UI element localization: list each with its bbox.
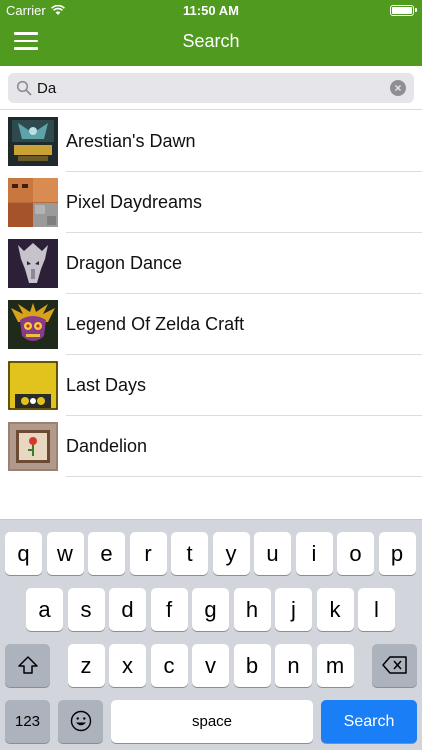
list-item[interactable]: Dragon Dance — [0, 233, 422, 294]
result-thumbnail — [8, 361, 58, 410]
key-l[interactable]: l — [358, 588, 395, 631]
result-thumbnail — [8, 178, 58, 227]
search-bar: × — [0, 66, 422, 110]
key-z[interactable]: z — [67, 644, 105, 687]
status-time: 11:50 AM — [183, 3, 239, 18]
key-f[interactable]: f — [150, 588, 188, 631]
shift-key[interactable] — [5, 644, 50, 687]
emoji-key[interactable] — [58, 700, 103, 743]
onscreen-keyboard: q w e r t y u i o p a s d f g h j k l z … — [0, 519, 422, 750]
result-thumbnail — [8, 422, 58, 471]
delete-key[interactable] — [372, 644, 417, 687]
key-y[interactable]: y — [212, 532, 250, 575]
key-w[interactable]: w — [46, 532, 84, 575]
clear-search-icon[interactable]: × — [390, 80, 406, 96]
result-title: Arestian's Dawn — [66, 131, 196, 151]
battery-icon — [390, 5, 417, 16]
search-field[interactable]: × — [8, 73, 414, 103]
result-title: Pixel Daydreams — [66, 192, 203, 212]
result-title: Last Days — [66, 375, 147, 395]
key-b[interactable]: b — [233, 644, 271, 687]
result-title: Dragon Dance — [66, 253, 183, 273]
key-d[interactable]: d — [109, 588, 146, 631]
result-title: Legend Of Zelda Craft — [66, 314, 245, 334]
space-key[interactable]: space — [111, 700, 313, 743]
result-title: Dandelion — [66, 436, 148, 456]
search-key[interactable]: Search — [321, 700, 417, 743]
list-item[interactable]: Last Days — [0, 355, 422, 416]
list-item[interactable]: Dandelion — [0, 416, 422, 477]
key-o[interactable]: o — [337, 532, 374, 575]
key-n[interactable]: n — [275, 644, 312, 687]
key-h[interactable]: h — [233, 588, 271, 631]
results-list: Arestian's Dawn Pixel Daydreams Dragon D… — [0, 111, 422, 477]
list-item[interactable]: Legend Of Zelda Craft — [0, 294, 422, 355]
key-s[interactable]: s — [67, 588, 105, 631]
key-v[interactable]: v — [192, 644, 229, 687]
shift-icon — [17, 656, 38, 674]
key-j[interactable]: j — [275, 588, 312, 631]
key-e[interactable]: e — [88, 532, 125, 575]
key-m[interactable]: m — [316, 644, 354, 687]
numbers-key[interactable]: 123 — [5, 700, 50, 743]
key-u[interactable]: u — [254, 532, 291, 575]
backspace-icon — [381, 656, 407, 674]
key-c[interactable]: c — [150, 644, 188, 687]
list-item[interactable]: Pixel Daydreams — [0, 172, 422, 233]
page-title: Search — [182, 31, 240, 51]
key-g[interactable]: g — [192, 588, 229, 631]
key-p[interactable]: p — [378, 532, 416, 575]
key-a[interactable]: a — [26, 588, 63, 631]
row-divider — [66, 476, 422, 477]
search-icon — [16, 80, 32, 96]
search-input[interactable] — [37, 73, 377, 103]
key-x[interactable]: x — [109, 644, 146, 687]
navigation-bar: Search — [0, 22, 422, 66]
key-r[interactable]: r — [129, 532, 167, 575]
list-item[interactable]: Arestian's Dawn — [0, 111, 422, 172]
result-thumbnail — [8, 300, 58, 349]
key-q[interactable]: q — [5, 532, 42, 575]
result-thumbnail — [8, 239, 58, 288]
key-t[interactable]: t — [171, 532, 208, 575]
key-i[interactable]: i — [295, 532, 333, 575]
emoji-icon — [70, 710, 91, 732]
status-bar: Carrier 11:50 AM — [0, 0, 422, 22]
top-bar: Carrier 11:50 AM Search — [0, 0, 422, 66]
result-thumbnail — [8, 117, 58, 166]
key-k[interactable]: k — [316, 588, 354, 631]
